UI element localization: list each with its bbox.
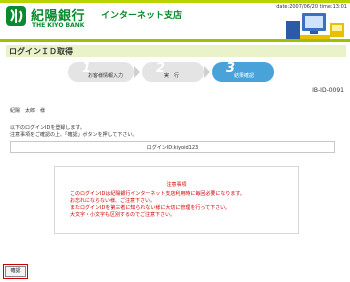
- computer-illustration-icon: [286, 13, 344, 39]
- notice-line: 大文字・小文字も区別するのでご注意下さい。: [70, 212, 176, 218]
- reference-code: IB-ID-0091: [312, 87, 344, 94]
- message-line-1: 以下のログインIDを登録します。: [10, 125, 85, 131]
- notice-line: お忘れにならない様、ご注意下さい。: [70, 198, 156, 204]
- message-line-2: 注意事項をご確認の上、「確認」ボタンを押して下さい。: [10, 132, 138, 138]
- step-indicator: 1 お客様情報入力 2 実 行 3 結果確認: [68, 60, 276, 84]
- bank-name-en: THE KIYO BANK: [32, 22, 85, 29]
- login-id-box: ログインID:kiyoid123: [10, 141, 335, 153]
- header-divider: [0, 39, 350, 42]
- step-arrow-icon: [204, 66, 210, 78]
- confirm-button[interactable]: 確認: [3, 264, 28, 279]
- kiyo-logo-icon: [6, 6, 26, 26]
- step-1: 1 お客様情報入力: [68, 61, 134, 82]
- step-3: 3 結果確認: [212, 61, 274, 82]
- customer-name: 紀陽 太郎 様: [10, 108, 46, 114]
- header: 紀陽銀行 インターネット支店 THE KIYO BANK date:2007/0…: [0, 3, 350, 41]
- notice-box: 注意事項 このログインIDは紀陽銀行インターネット支店利用時に毎回必要になります…: [54, 166, 299, 234]
- notice-line: このログインIDは紀陽銀行インターネット支店利用時に毎回必要になります。: [70, 191, 245, 197]
- page-title-bar: ログインＩＤ取得: [6, 45, 346, 57]
- step-2: 2 実 行: [142, 61, 204, 82]
- step-1-label: お客様情報入力: [88, 73, 124, 79]
- step-arrow-icon: [134, 66, 140, 78]
- step-2-label: 実 行: [164, 73, 180, 79]
- step-3-label: 結果確認: [234, 73, 255, 79]
- page-title: ログインＩＤ取得: [9, 47, 73, 56]
- notice-line: またログインIDを第三者に知られない様に大切に管理を行って下さい。: [70, 205, 231, 211]
- branch-name: インターネット支店: [101, 11, 183, 21]
- notice-title: 注意事項: [166, 182, 187, 188]
- login-id-value: ログインID:kiyoid123: [146, 145, 199, 151]
